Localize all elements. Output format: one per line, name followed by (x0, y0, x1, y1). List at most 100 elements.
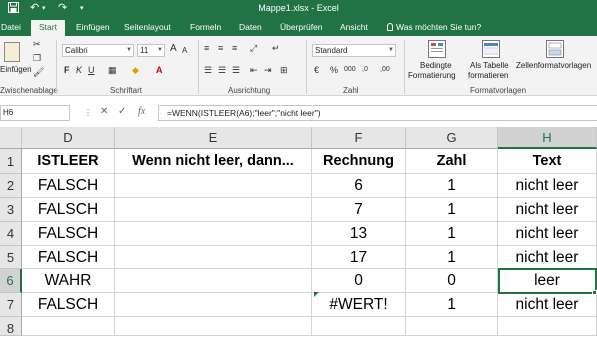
cell-h8[interactable] (498, 317, 597, 336)
cell-e2[interactable] (115, 174, 312, 198)
number-format-select[interactable]: Standard ▼ (312, 44, 396, 57)
cut-icon[interactable]: ✂ (33, 38, 41, 50)
percent-button[interactable]: % (330, 64, 338, 76)
cell-g3[interactable]: 1 (406, 198, 498, 222)
tell-me-box[interactable]: Was möchten Sie tun? (387, 21, 481, 36)
cell-e5[interactable] (115, 246, 312, 269)
cell-e7[interactable] (115, 293, 312, 317)
tab-formeln[interactable]: Formeln (190, 21, 221, 36)
conditional-formatting-line1[interactable]: Bedingte (420, 61, 452, 70)
cell-f7[interactable]: #WERT! (312, 293, 406, 317)
column-header-f[interactable]: F (312, 127, 406, 149)
cell-g5[interactable]: 1 (406, 246, 498, 269)
shrink-font-button[interactable]: A (182, 45, 187, 57)
tab-ansicht[interactable]: Ansicht (340, 21, 368, 36)
cell-f4[interactable]: 13 (312, 222, 406, 246)
cell-f5[interactable]: 17 (312, 246, 406, 269)
cell-styles-icon[interactable] (546, 40, 564, 58)
italic-button[interactable]: K (76, 64, 82, 76)
tab-seitenlayout[interactable]: Seitenlayout (124, 21, 171, 36)
align-right-icon[interactable]: ☰ (232, 64, 240, 76)
format-as-table-icon[interactable] (482, 40, 500, 58)
tab-start[interactable]: Start (31, 20, 65, 36)
cell-g7[interactable]: 1 (406, 293, 498, 317)
cancel-icon[interactable]: ✕ (100, 106, 108, 118)
cell-d2[interactable]: FALSCH (22, 174, 115, 198)
column-header-h[interactable]: H (498, 127, 597, 149)
select-all-corner[interactable] (0, 127, 22, 149)
align-top-icon[interactable]: ≡ (204, 42, 209, 54)
cell-g4[interactable]: 1 (406, 222, 498, 246)
decrease-indent-icon[interactable]: ⇤ (250, 64, 258, 76)
cell-e3[interactable] (115, 198, 312, 222)
conditional-formatting-line2[interactable]: Formatierung (408, 71, 456, 80)
conditional-formatting-icon[interactable] (428, 40, 446, 58)
cell-h5[interactable]: nicht leer (498, 246, 597, 269)
wrap-text-icon[interactable]: ↵ (272, 42, 280, 54)
decrease-decimal-button[interactable]: ,00 (380, 64, 390, 76)
fill-color-icon[interactable]: ◆ (132, 64, 139, 76)
increase-indent-icon[interactable]: ⇥ (264, 64, 272, 76)
cell-g2[interactable]: 1 (406, 174, 498, 198)
error-indicator-icon[interactable] (314, 292, 319, 297)
cell-g8[interactable] (406, 317, 498, 336)
row-header[interactable]: 4 (0, 222, 22, 246)
cell-h1[interactable]: Text (498, 149, 597, 174)
cell-e6[interactable] (115, 269, 312, 293)
cell-d6[interactable]: WAHR (22, 269, 115, 293)
align-center-icon[interactable]: ☰ (218, 64, 226, 76)
cell-f8[interactable] (312, 317, 406, 336)
row-header[interactable]: 5 (0, 246, 22, 269)
thousands-separator-button[interactable]: 000 (344, 64, 356, 76)
cell-g1[interactable]: Zahl (406, 149, 498, 174)
format-painter-icon[interactable]: 🖌 (33, 66, 44, 78)
tab-ueberpruefen[interactable]: Überprüfen (280, 21, 323, 36)
cell-d5[interactable]: FALSCH (22, 246, 115, 269)
cell-e8[interactable] (115, 317, 312, 336)
cell-h4[interactable]: nicht leer (498, 222, 597, 246)
underline-button[interactable]: U (88, 64, 95, 76)
column-header-e[interactable]: E (115, 127, 312, 149)
increase-decimal-button[interactable]: ,0 (362, 64, 368, 76)
row-header[interactable]: 7 (0, 293, 22, 317)
formula-input[interactable]: =WENN(ISTLEER(A6);"leer";"nicht leer") (158, 105, 597, 121)
column-header-d[interactable]: D (22, 127, 115, 149)
paste-icon[interactable] (4, 42, 20, 62)
borders-icon[interactable]: ▦ (108, 64, 117, 76)
row-header[interactable]: 2 (0, 174, 22, 198)
row-header[interactable]: 1 (0, 149, 22, 174)
grow-font-button[interactable]: A (170, 43, 177, 55)
font-size-select[interactable]: 11 ▼ (137, 44, 165, 57)
cell-h7[interactable]: nicht leer (498, 293, 597, 317)
merge-cells-icon[interactable]: ⊞ (280, 64, 288, 76)
enter-icon[interactable]: ✓ (118, 106, 126, 118)
bold-button[interactable]: F (64, 64, 70, 76)
row-header[interactable]: 8 (0, 317, 22, 336)
orientation-icon[interactable]: ⤢ (250, 42, 257, 54)
cell-h3[interactable]: nicht leer (498, 198, 597, 222)
font-name-select[interactable]: Calibri ▼ (62, 44, 134, 57)
cell-f2[interactable]: 6 (312, 174, 406, 198)
cell-d8[interactable] (22, 317, 115, 336)
cell-f6[interactable]: 0 (312, 269, 406, 293)
paste-label[interactable]: Einfügen (0, 65, 32, 74)
fill-handle[interactable] (592, 290, 597, 295)
row-header[interactable]: 3 (0, 198, 22, 222)
name-box[interactable]: H6 (0, 105, 70, 121)
cell-e4[interactable] (115, 222, 312, 246)
tab-einfuegen[interactable]: Einfügen (76, 21, 110, 36)
currency-button[interactable]: € (314, 64, 319, 76)
cell-d3[interactable]: FALSCH (22, 198, 115, 222)
row-header[interactable]: 6 (0, 269, 22, 293)
cell-f1[interactable]: Rechnung (312, 149, 406, 174)
tab-daten[interactable]: Daten (239, 21, 262, 36)
cell-e1[interactable]: Wenn nicht leer, dann... (115, 149, 312, 174)
cell-h2[interactable]: nicht leer (498, 174, 597, 198)
cell-f3[interactable]: 7 (312, 198, 406, 222)
cell-styles-label[interactable]: Zellenformatvorlagen (516, 61, 591, 70)
font-color-icon[interactable]: A (156, 64, 163, 76)
cell-g6[interactable]: 0 (406, 269, 498, 293)
insert-function-button[interactable]: fx (138, 106, 145, 118)
align-middle-icon[interactable]: ≡ (218, 42, 223, 54)
cell-d4[interactable]: FALSCH (22, 222, 115, 246)
